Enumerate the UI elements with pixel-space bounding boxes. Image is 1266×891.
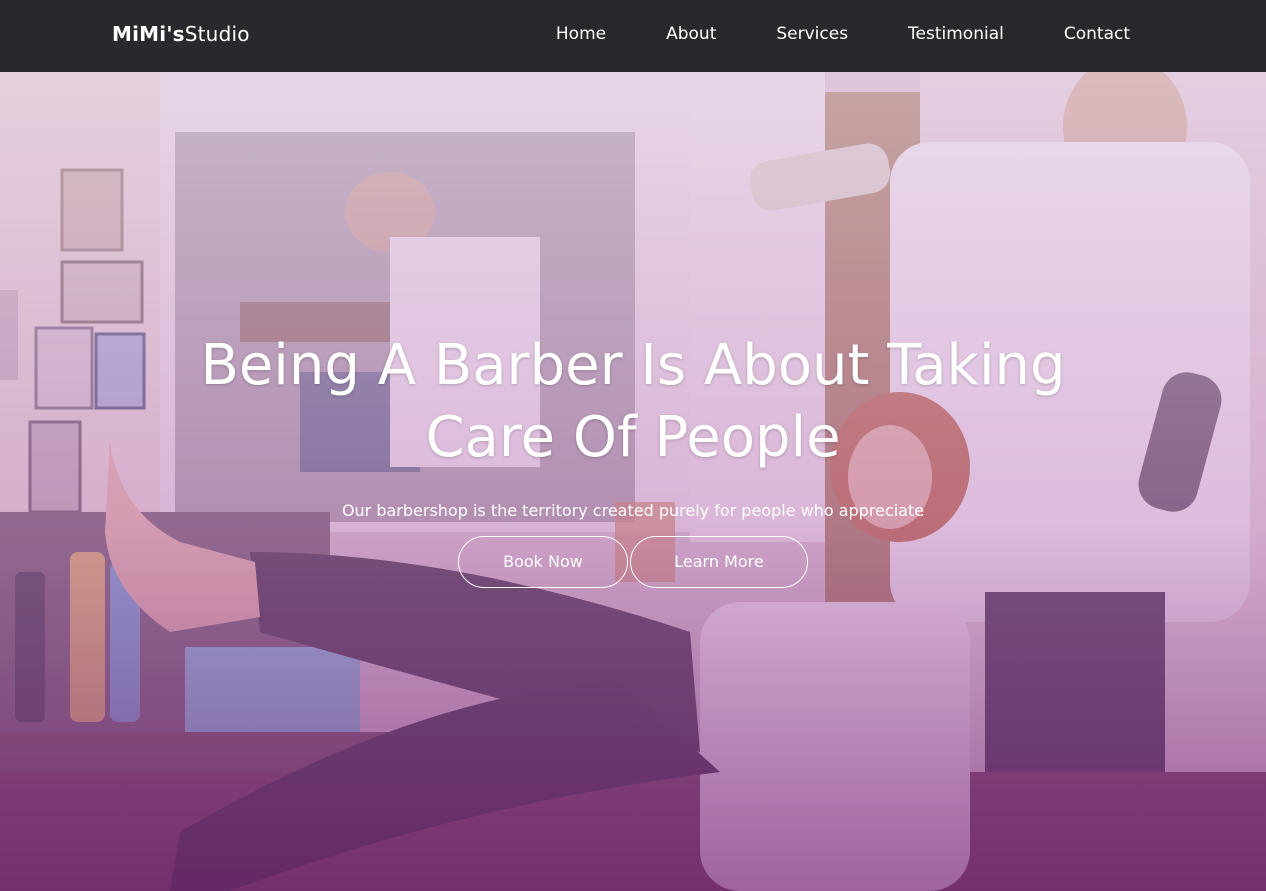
hero-button-group: Book Now Learn More [0,536,1266,588]
brand-logo[interactable]: MiMi'sStudio [112,22,250,46]
top-navbar: MiMi'sStudio Home About Services Testimo… [0,0,1266,72]
nav-link-about[interactable]: About [666,24,716,44]
nav-menu: Home About Services Testimonial Contact [556,24,1130,44]
brand-name-light: Studio [184,22,250,46]
hero-title-line-1: Being A Barber Is About Taking [200,333,1066,398]
nav-link-testimonial[interactable]: Testimonial [908,24,1004,44]
hero-content: Being A Barber Is About Taking Care Of P… [0,330,1266,588]
book-now-button[interactable]: Book Now [458,536,628,588]
hero-section: Being A Barber Is About Taking Care Of P… [0,72,1266,891]
brand-name-bold: MiMi's [112,22,185,46]
nav-link-contact[interactable]: Contact [1064,24,1130,44]
hero-subtitle: Our barbershop is the territory created … [341,501,925,520]
nav-link-home[interactable]: Home [556,24,606,44]
nav-link-services[interactable]: Services [776,24,848,44]
learn-more-button[interactable]: Learn More [630,536,808,588]
hero-title-line-2: Care Of People [425,405,841,470]
hero-title: Being A Barber Is About Taking Care Of P… [133,330,1133,474]
